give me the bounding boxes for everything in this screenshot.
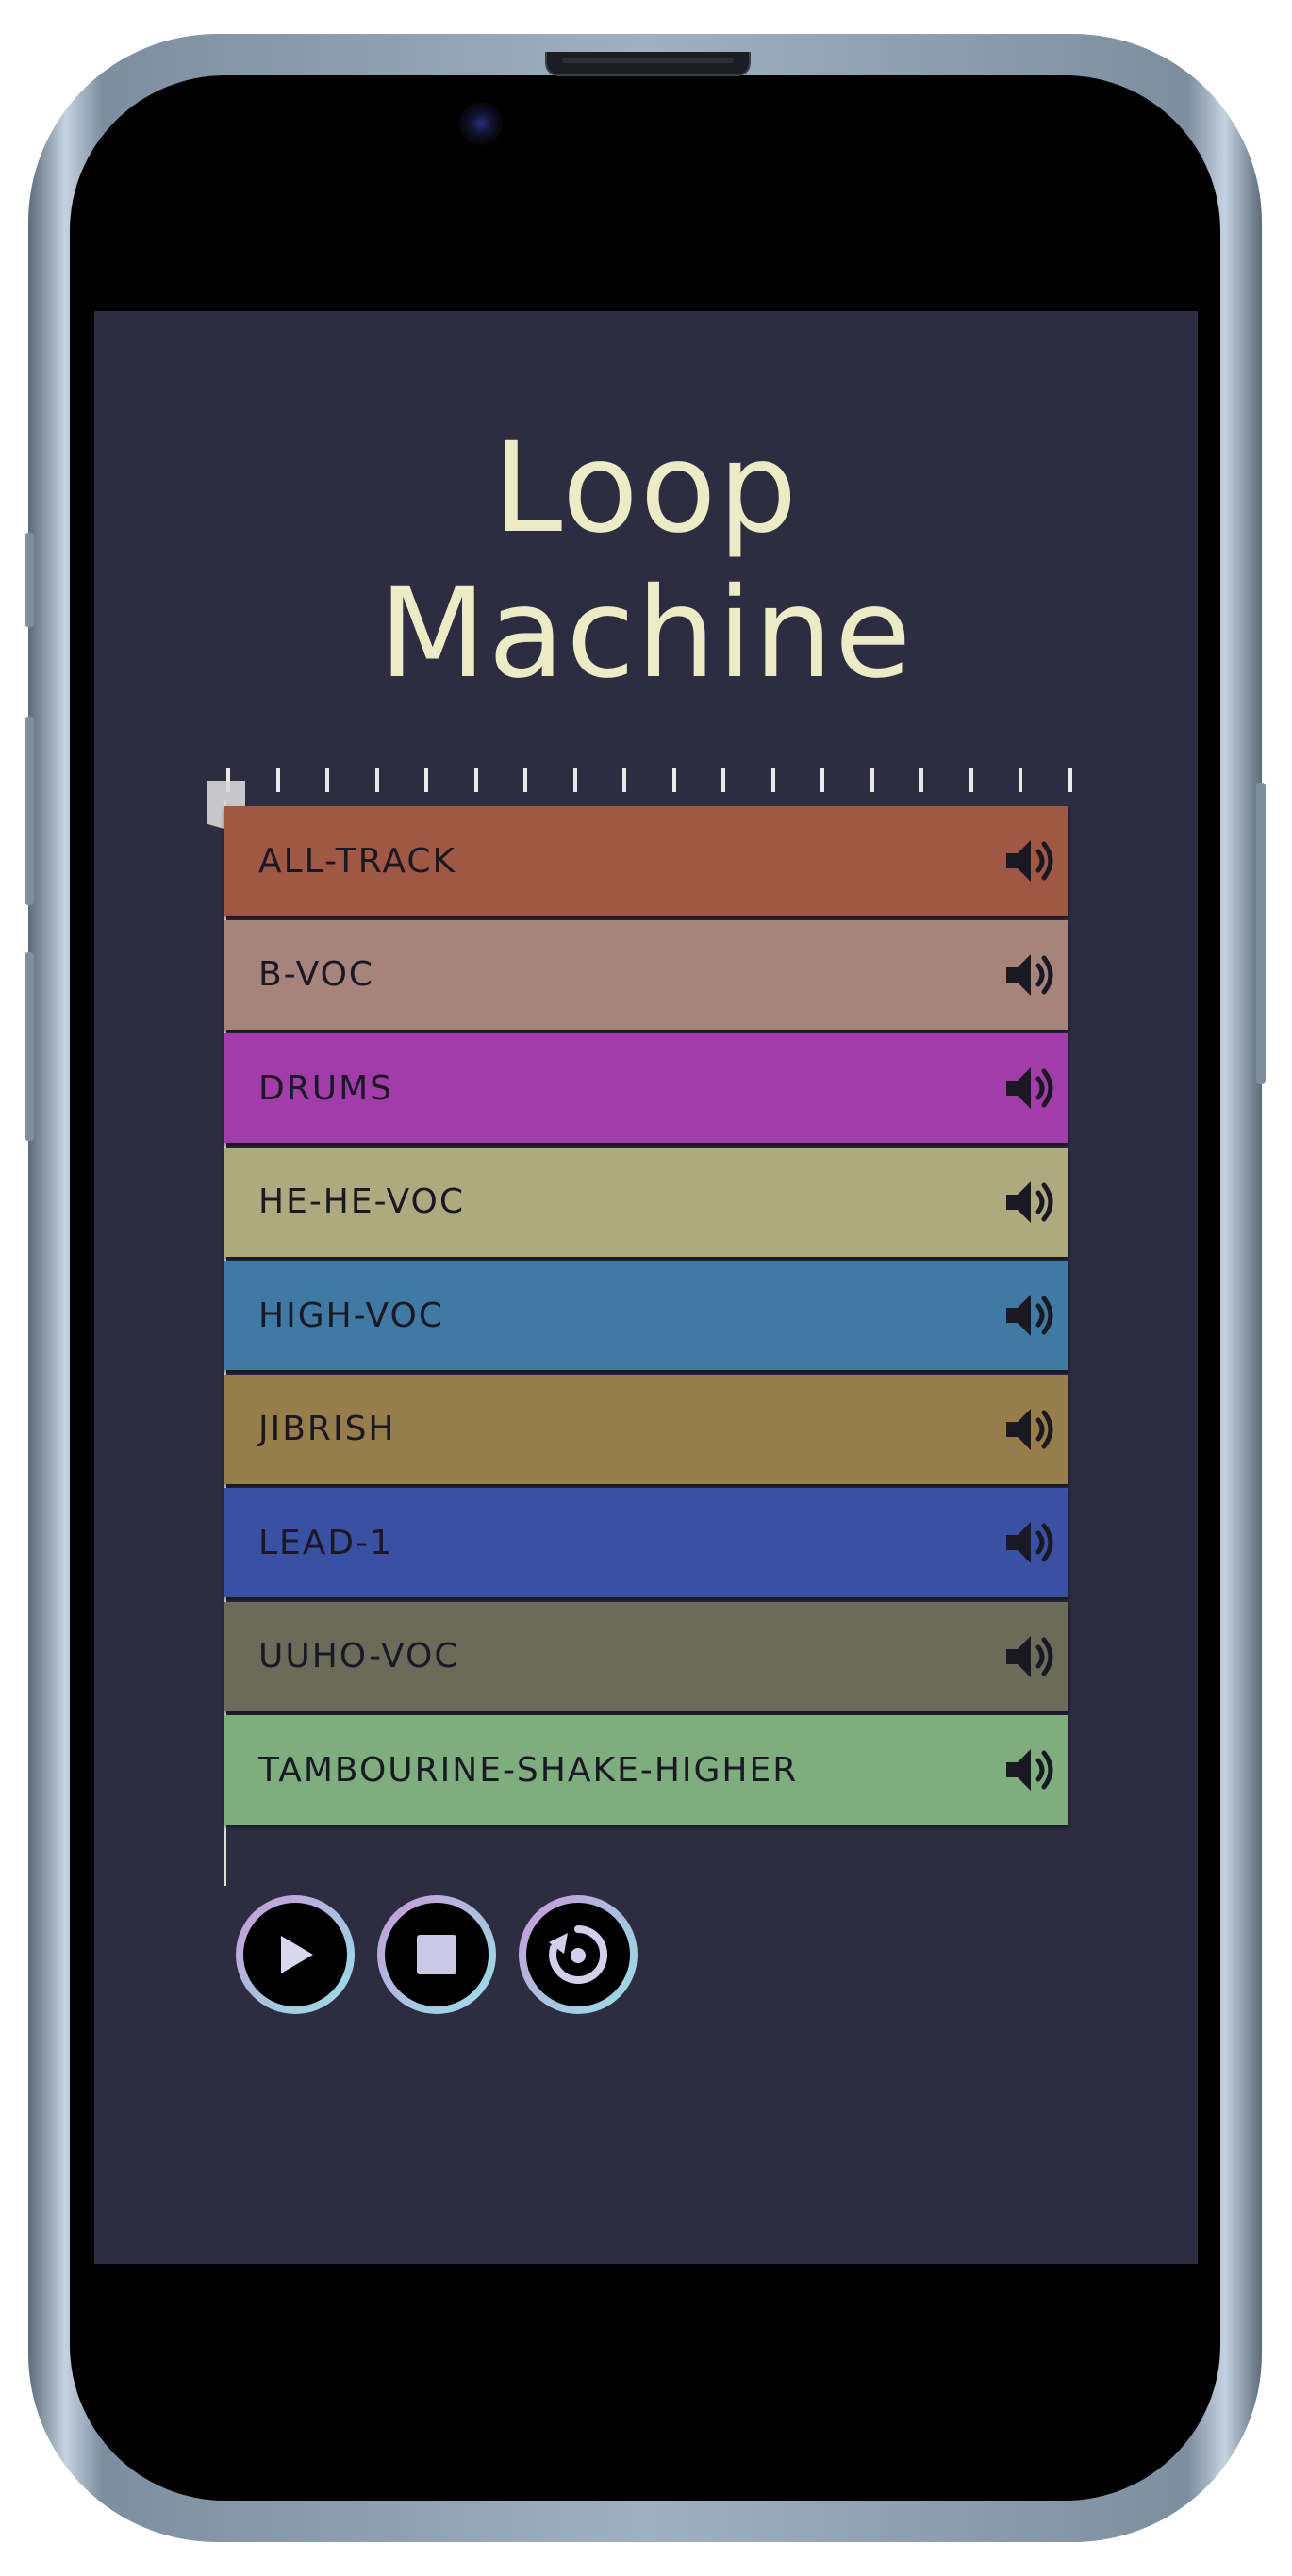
- app-screen: Loop Machine ALL-TRACK B-VOC DRUMS HE-HE-VO…: [94, 311, 1198, 2264]
- stop-icon: [417, 1935, 456, 1974]
- ruler-tick: [969, 768, 973, 792]
- track-row[interactable]: HIGH-VOC: [224, 1261, 1068, 1370]
- track-row[interactable]: HE-HE-VOC: [224, 1147, 1068, 1257]
- ruler-tick: [919, 768, 923, 792]
- ruler-tick: [671, 768, 676, 792]
- ruler-tick: [572, 768, 577, 792]
- play-button[interactable]: [236, 1895, 355, 2014]
- track-label: HE-HE-VOC: [258, 1182, 465, 1221]
- track-label: UUHO-VOC: [258, 1637, 460, 1676]
- track-label: B-VOC: [258, 955, 375, 994]
- speaker-volume-icon[interactable]: [1002, 1742, 1059, 1798]
- ruler-tick: [721, 768, 725, 792]
- app-title-line2: Machine: [378, 561, 914, 706]
- ruler-tick: [275, 768, 280, 792]
- stop-button[interactable]: [377, 1895, 496, 2014]
- speaker-volume-icon[interactable]: [1002, 1401, 1059, 1458]
- volume-up-button: [25, 717, 34, 905]
- ruler-tick: [820, 768, 824, 792]
- ruler-tick: [374, 768, 379, 792]
- track-row[interactable]: DRUMS: [224, 1033, 1068, 1143]
- speaker-volume-icon[interactable]: [1002, 1514, 1059, 1571]
- ruler-tick: [870, 768, 874, 792]
- ruler-tick: [523, 768, 527, 792]
- volume-down-button: [25, 952, 34, 1141]
- track-row[interactable]: LEAD-1: [224, 1488, 1068, 1597]
- track-label: LEAD-1: [258, 1523, 394, 1562]
- speaker-volume-icon[interactable]: [1002, 1174, 1059, 1230]
- ruler-tick: [1019, 768, 1022, 792]
- track-label: DRUMS: [258, 1068, 393, 1108]
- loop-icon: [549, 1924, 608, 1984]
- silent-switch: [25, 533, 34, 627]
- front-camera: [459, 102, 503, 145]
- track-row[interactable]: B-VOC: [224, 919, 1068, 1030]
- ruler-tick: [622, 768, 626, 792]
- speaker-volume-icon[interactable]: [1002, 833, 1059, 889]
- ruler-tick: [325, 768, 329, 792]
- ruler-tick: [424, 768, 428, 792]
- track-label: HIGH-VOC: [258, 1296, 445, 1335]
- ruler-tick: [770, 768, 775, 792]
- track-label: JIBRISH: [258, 1410, 396, 1448]
- track-label: TAMBOURINE-SHAKE-HIGHER: [258, 1750, 799, 1790]
- app-title-line1: Loop: [492, 416, 800, 561]
- speaker-volume-icon[interactable]: [1002, 1060, 1059, 1116]
- power-button: [1256, 783, 1266, 1084]
- loop-button[interactable]: [519, 1895, 638, 2014]
- track-row[interactable]: ALL-TRACK: [224, 806, 1068, 916]
- play-icon: [281, 1936, 313, 1973]
- track-row[interactable]: TAMBOURINE-SHAKE-HIGHER: [224, 1715, 1068, 1825]
- track-row[interactable]: UUHO-VOC: [224, 1601, 1068, 1711]
- timeline-ruler[interactable]: [226, 768, 1075, 805]
- track-row[interactable]: JIBRISH: [224, 1374, 1068, 1484]
- ruler-tick: [1068, 768, 1072, 792]
- speaker-volume-icon[interactable]: [1002, 1628, 1059, 1685]
- speaker-volume-icon[interactable]: [1002, 947, 1059, 1003]
- track-label: ALL-TRACK: [258, 841, 457, 881]
- earpiece-speaker: [545, 52, 751, 76]
- ruler-tick: [473, 768, 478, 792]
- speaker-volume-icon[interactable]: [1002, 1287, 1059, 1344]
